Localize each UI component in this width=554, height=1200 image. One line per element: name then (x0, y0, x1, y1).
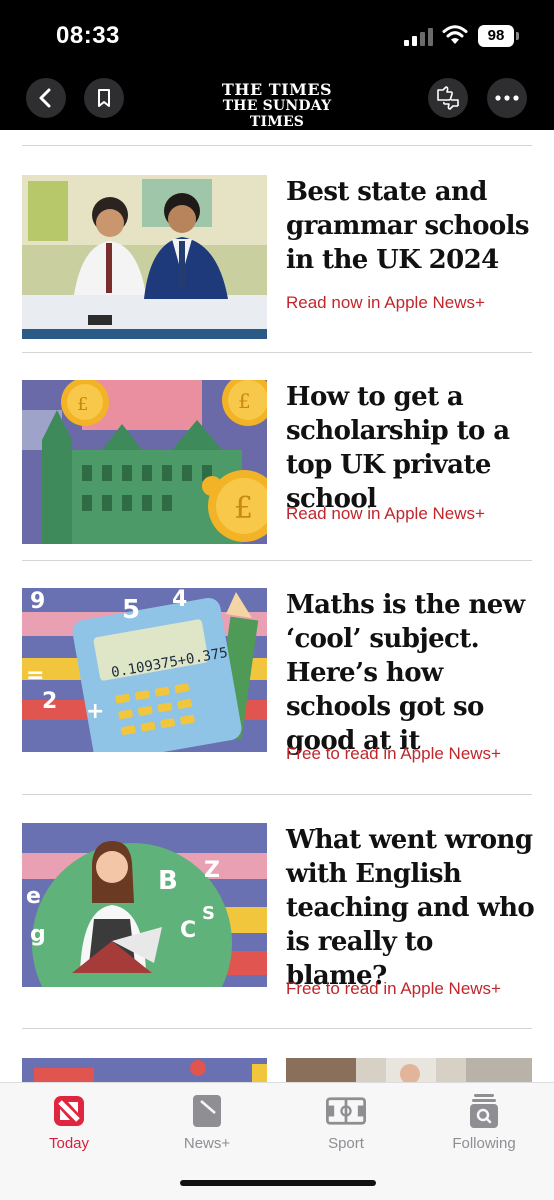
article-cta[interactable]: Free to read in Apple News+ (286, 979, 501, 999)
svg-text:£: £ (77, 394, 88, 415)
battery-level: 98 (478, 25, 514, 47)
top-bar: 08:33 98 THE TIMES THE SUNDAY TIMES (0, 0, 554, 130)
tab-label: Today (48, 1135, 90, 1152)
article-headline: Maths is the new ‘cool’ subject. Here’s … (286, 590, 525, 756)
svg-text:S: S (202, 903, 215, 924)
feed-divider (22, 1028, 532, 1029)
article-thumbnail (22, 175, 267, 339)
thumbs-icon (437, 86, 459, 110)
masthead-times: THE TIMES (221, 80, 333, 99)
svg-text:£: £ (234, 491, 253, 526)
more-button[interactable] (487, 78, 527, 118)
tab-label: Sport (328, 1135, 364, 1152)
tab-sport[interactable]: Sport (296, 1091, 396, 1152)
bookmark-button[interactable] (84, 78, 124, 118)
svg-text:4: 4 (172, 588, 187, 612)
apple-news-icon (54, 1096, 84, 1126)
sport-icon (326, 1097, 366, 1125)
masthead-sunday-times: THE SUNDAY TIMES (222, 98, 332, 130)
svg-text:+: + (86, 699, 104, 724)
article-headline: How to get a scholarship to a top UK pri… (286, 382, 510, 514)
feed-divider (22, 794, 532, 795)
feed-divider (22, 352, 532, 353)
svg-text:C: C (180, 918, 196, 943)
article-card[interactable]: £ £ £ How to get a scholarship to a top … (22, 380, 532, 545)
tab-following[interactable]: Following (434, 1091, 534, 1152)
article-thumbnail: 0.109375+0.375 9 5 4 2 + = (22, 588, 267, 752)
svg-text:g: g (30, 922, 46, 947)
article-thumbnail: £ £ £ (22, 380, 267, 544)
tab-today[interactable]: Today (19, 1091, 119, 1152)
news-plus-icon (193, 1095, 221, 1127)
article-card[interactable]: Best state and grammar schools in the UK… (22, 175, 532, 340)
tab-news-plus[interactable]: News+ (157, 1091, 257, 1152)
feed-divider (22, 560, 532, 561)
article-cta[interactable]: Free to read in Apple News+ (286, 744, 501, 764)
back-button[interactable] (26, 78, 66, 118)
svg-text:9: 9 (30, 589, 45, 614)
next-article-thumbnail[interactable] (286, 1058, 532, 1082)
article-thumbnail: B e g C Z S (22, 823, 267, 987)
bookmark-icon (98, 89, 110, 107)
chevron-left-icon (39, 88, 51, 108)
article-headline: Best state and grammar schools in the UK… (286, 177, 530, 275)
tab-label: Following (452, 1135, 516, 1152)
article-card[interactable]: 0.109375+0.375 9 5 4 2 + = Maths is the … (22, 588, 532, 778)
svg-text:e: e (26, 884, 41, 909)
publication-masthead[interactable]: THE TIMES THE SUNDAY TIMES (195, 80, 359, 131)
svg-text:=: = (26, 663, 44, 688)
tab-label: News+ (183, 1135, 231, 1152)
svg-text:2: 2 (42, 689, 57, 714)
article-cta[interactable]: Read now in Apple News+ (286, 293, 485, 313)
status-time: 08:33 (56, 22, 120, 49)
svg-text:£: £ (238, 389, 251, 413)
article-headline: What went wrong with English teaching an… (286, 825, 535, 991)
more-icon (495, 95, 519, 101)
following-icon (470, 1094, 498, 1128)
suggest-more-less-button[interactable] (428, 78, 468, 118)
svg-text:5: 5 (122, 595, 140, 625)
article-cta[interactable]: Read now in Apple News+ (286, 504, 485, 524)
feed-divider (22, 145, 532, 146)
wifi-icon (442, 25, 468, 44)
cellular-signal-icon (404, 28, 433, 46)
home-indicator[interactable] (180, 1180, 376, 1186)
next-article-thumbnail[interactable] (22, 1058, 267, 1082)
battery-cap (516, 32, 519, 40)
svg-text:B: B (158, 866, 178, 896)
article-card[interactable]: B e g C Z S What went wrong with English… (22, 823, 535, 1013)
svg-text:Z: Z (204, 858, 220, 883)
